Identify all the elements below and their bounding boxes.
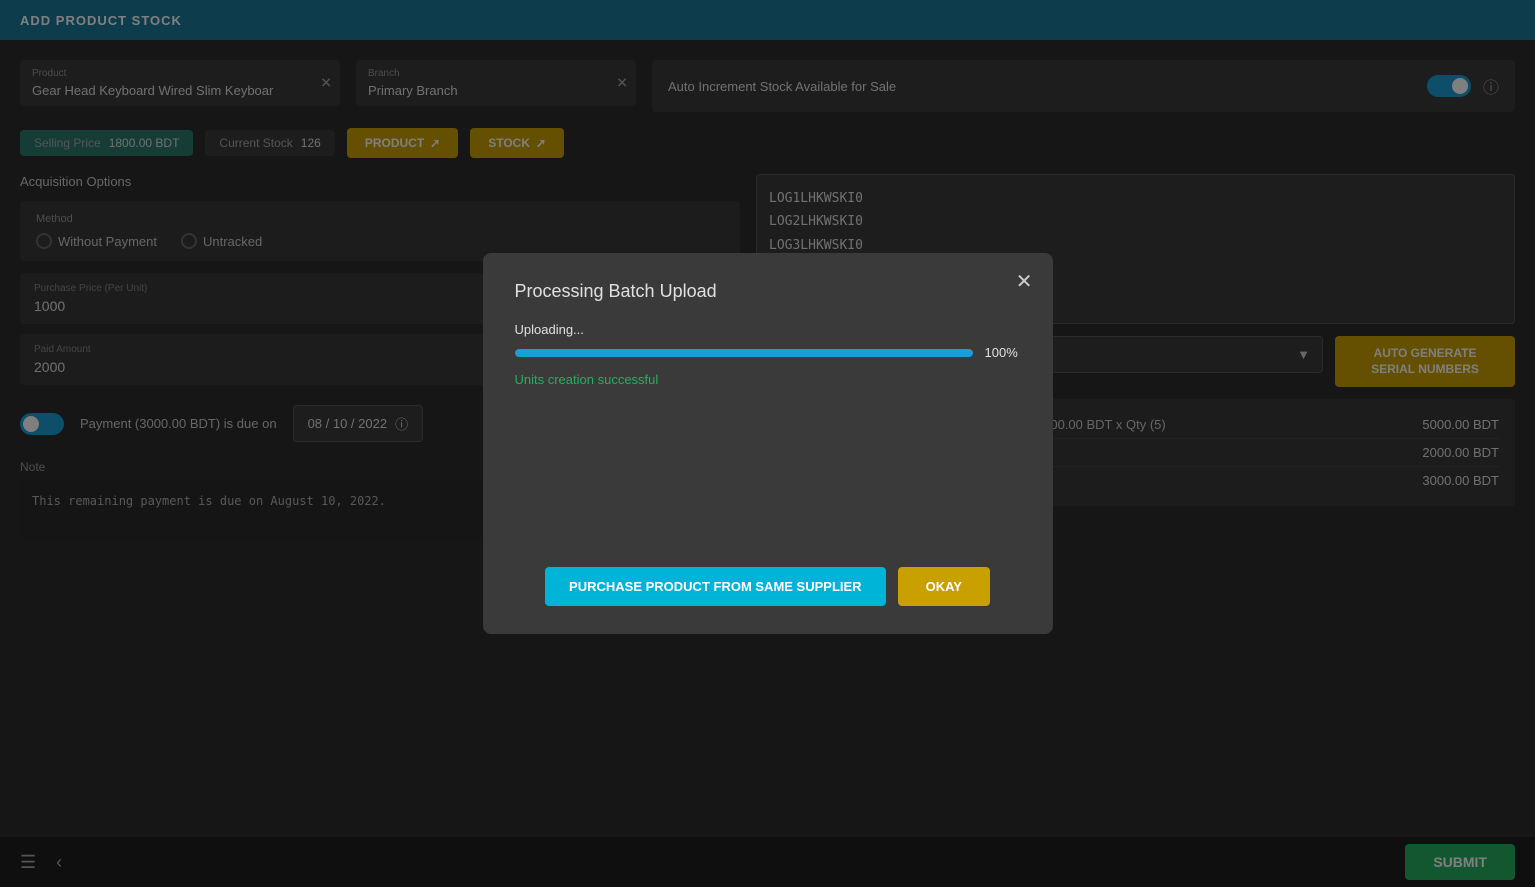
progress-row: 100% (515, 345, 1021, 360)
modal-overlay: ✕ Processing Batch Upload Uploading... 1… (0, 0, 1535, 887)
batch-upload-modal: ✕ Processing Batch Upload Uploading... 1… (483, 253, 1053, 634)
okay-button[interactable]: OKAY (898, 567, 990, 606)
progress-bar-background (515, 349, 973, 357)
success-message: Units creation successful (515, 372, 1021, 387)
modal-close-button[interactable]: ✕ (1016, 269, 1033, 294)
modal-footer: PURCHASE PRODUCT FROM SAME SUPPLIER OKAY (515, 567, 1021, 606)
modal-title: Processing Batch Upload (515, 281, 1021, 302)
progress-percentage: 100% (985, 345, 1021, 360)
progress-bar-fill (515, 349, 973, 357)
purchase-same-supplier-button[interactable]: PURCHASE PRODUCT FROM SAME SUPPLIER (545, 567, 886, 606)
upload-label: Uploading... (515, 322, 1021, 337)
